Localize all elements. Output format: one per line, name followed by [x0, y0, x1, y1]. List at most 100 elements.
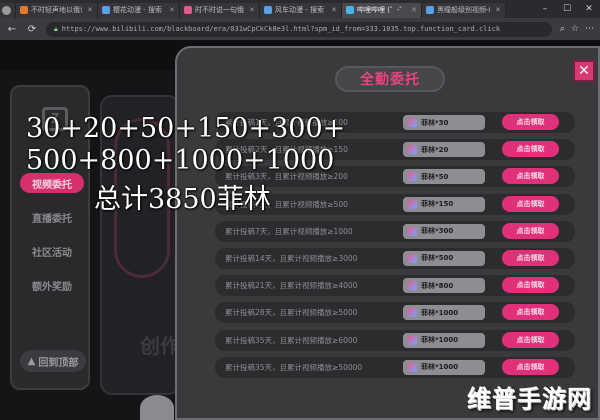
back-to-top-label: 回到顶部 [38, 357, 79, 369]
tab-browser-menu[interactable] [0, 2, 16, 18]
claim-button[interactable]: 点击领取 [502, 168, 559, 185]
reward-text: 菲林*800 [421, 281, 454, 290]
sidebar-item-live-task[interactable]: 直播委托 [20, 207, 84, 227]
reward-badge: 菲林*150 [403, 196, 485, 212]
reward-badge: 菲林*1000 [403, 332, 485, 348]
tab-label: 黑瞳般级别视频-结果... [437, 6, 490, 14]
reward-badge: 菲林*300 [403, 223, 485, 239]
refresh-icon[interactable]: ⟳ [26, 24, 38, 35]
reward-text: 菲林*1000 [421, 363, 459, 372]
reward-badge: 菲林*1000 [403, 359, 485, 375]
film-icon [408, 226, 417, 236]
address-actions: ⌕ ☆ ⋯ [560, 24, 594, 34]
film-icon [408, 281, 417, 291]
claim-button[interactable]: 点击领取 [502, 249, 559, 266]
reward-text: 菲林*500 [421, 254, 454, 263]
browser-tab[interactable]: 黑瞳般级别视频-结果... ✕ [422, 2, 506, 18]
tab-favicon-icon [346, 6, 354, 14]
task-row: 累计投稿35天，且累计视频播放≥6000 菲林*1000 点击领取 [215, 329, 575, 351]
back-icon[interactable]: ← [6, 24, 18, 35]
sidebar-item-extra-reward[interactable]: 额外奖励 [20, 275, 84, 295]
tab-close-icon[interactable]: ✕ [169, 6, 175, 14]
address-bar: ← ⟳ 🔒︎ https://www.bilibili.com/blackboa… [0, 18, 600, 40]
tab-favicon-icon [184, 6, 192, 14]
tab-favicon-icon [264, 6, 272, 14]
favorite-icon[interactable]: ☆ [571, 24, 579, 34]
browser-tab[interactable]: 时不时说一句俄语... ✕ [180, 2, 260, 18]
menu-icon[interactable]: ⋯ [585, 24, 594, 34]
close-window-icon[interactable]: ✕ [578, 0, 600, 18]
tab-close-icon[interactable]: ✕ [249, 6, 255, 14]
background-decoration [114, 118, 170, 278]
task-condition: 累计投稿7天，且累计视频播放≥1000 [225, 226, 353, 236]
reward-text: 菲林*1000 [421, 336, 459, 344]
url-text: https://www.bilibili.com/blackboard/era/… [61, 25, 501, 33]
zoom-icon[interactable]: ⌕ [560, 24, 565, 34]
browser-tab[interactable]: 风车动漫 - 搜索 ✕ [260, 2, 342, 18]
back-to-top-button[interactable]: ▲ 回到顶部 [20, 350, 86, 372]
task-condition: 累计投稿5天，且累计视频播放≥500 [225, 199, 348, 209]
task-row: 累计投稿21天，且累计视频播放≥4000 菲林*800 点击领取 [215, 275, 575, 297]
film-icon [408, 362, 417, 372]
minimize-icon[interactable]: – [534, 0, 556, 18]
claim-button[interactable]: 点击领取 [502, 331, 559, 348]
browser-tab[interactable]: 樱花动漫 - 搜索 ✕ [98, 2, 180, 18]
film-icon [408, 335, 417, 345]
tab-favicon-icon [20, 6, 28, 14]
browser-tab-bar: 不时轻声地以俄语...✕樱花动漫 - 搜索✕时不时说一句俄语...✕风车动漫 -… [0, 0, 600, 18]
attendance-task-modal: 全勤委托 ✕ 累计投稿1天，且累计视频播放≥100 菲林*30 点击领取 累计投稿2天… [175, 46, 600, 420]
window-controls: – ☐ ✕ [534, 0, 600, 18]
task-row: 累计投稿1天，且累计视频播放≥100 菲林*30 点击领取 [215, 112, 575, 133]
task-condition: 累计投稿2天，且累计视频播放≥150 [225, 145, 348, 155]
film-icon [408, 253, 417, 263]
tab-close-icon[interactable]: ✕ [331, 6, 337, 14]
task-row: 累计投稿14天，且累计视频播放≥3000 菲林*500 点击领取 [215, 247, 575, 269]
claim-button[interactable]: 点击领取 [502, 358, 559, 375]
tab-label: 不时轻声地以俄语... [31, 6, 82, 14]
maximize-icon[interactable]: ☐ [556, 0, 578, 18]
task-condition: 累计投稿28天，且累计视频播放≥5000 [225, 308, 358, 318]
claim-button[interactable]: 点击领取 [502, 114, 559, 130]
claim-button[interactable]: 点击领取 [502, 222, 559, 239]
tab-label: 樱花动漫 - 搜索 [113, 6, 162, 14]
sidebar: Z 视频委托 直播委托 社区活动 额外奖励 ▲ 回到顶部 [10, 85, 90, 390]
reward-badge: 菲林*500 [403, 250, 485, 266]
reward-badge: 菲林*50 [403, 169, 485, 185]
film-icon [408, 199, 417, 209]
tab-close-icon[interactable]: ✕ [87, 6, 93, 14]
background-create-text: 创作 [140, 334, 180, 358]
claim-button[interactable]: 点击领取 [502, 141, 559, 158]
sidebar-item-video-task[interactable]: 视频委托 [20, 173, 84, 193]
browser-tab[interactable]: 哔哩哔哩 (゜-゜)つロ ✕ [342, 2, 422, 18]
reward-text: 菲林*300 [421, 227, 454, 236]
claim-button[interactable]: 点击领取 [502, 195, 559, 212]
reward-badge: 菲林*20 [403, 142, 485, 158]
task-row: 累计投稿28天，且累计视频播放≥5000 菲林*1000 点击领取 [215, 302, 575, 324]
browser-tab[interactable]: 不时轻声地以俄语... ✕ [16, 2, 98, 18]
film-icon [408, 145, 417, 155]
url-field[interactable]: 🔒︎ https://www.bilibili.com/blackboard/e… [46, 21, 552, 37]
reward-text: 菲林*30 [421, 118, 449, 127]
claim-button[interactable]: 点击领取 [502, 304, 559, 321]
task-condition: 累计投稿35天，且累计视频播放≥6000 [225, 335, 358, 345]
sidebar-item-community[interactable]: 社区活动 [20, 241, 84, 261]
tab-close-icon[interactable]: ✕ [411, 6, 417, 14]
film-icon [408, 308, 417, 318]
tab-favicon-icon [102, 6, 110, 14]
claim-button[interactable]: 点击领取 [502, 277, 559, 294]
logo: Z [42, 107, 68, 131]
lock-icon: 🔒︎ [54, 24, 58, 33]
task-row: 累计投稿2天，且累计视频播放≥150 菲林*20 点击领取 [215, 139, 575, 161]
task-condition: 累计投稿14天，且累计视频播放≥3000 [225, 253, 358, 263]
reward-text: 菲林*150 [421, 200, 454, 209]
arrow-up-icon: ▲ [27, 355, 36, 367]
game-page: Z 视频委托 直播委托 社区活动 额外奖励 ▲ 回到顶部 创作 全勤委托 ✕ 累… [0, 40, 600, 420]
tab-close-icon[interactable]: ✕ [495, 6, 501, 14]
task-row: 累计投稿35天，且累计视频播放≥50000 菲林*1000 点击领取 [215, 356, 575, 378]
task-row: 累计投稿5天，且累计视频播放≥500 菲林*150 点击领取 [215, 193, 575, 215]
reward-badge: 菲林*800 [403, 278, 485, 294]
close-button[interactable]: ✕ [573, 60, 595, 82]
task-condition: 累计投稿21天，且累计视频播放≥4000 [225, 281, 358, 291]
tab-label: 风车动漫 - 搜索 [275, 6, 324, 14]
task-condition: 累计投稿1天，且累计视频播放≥100 [225, 118, 348, 127]
